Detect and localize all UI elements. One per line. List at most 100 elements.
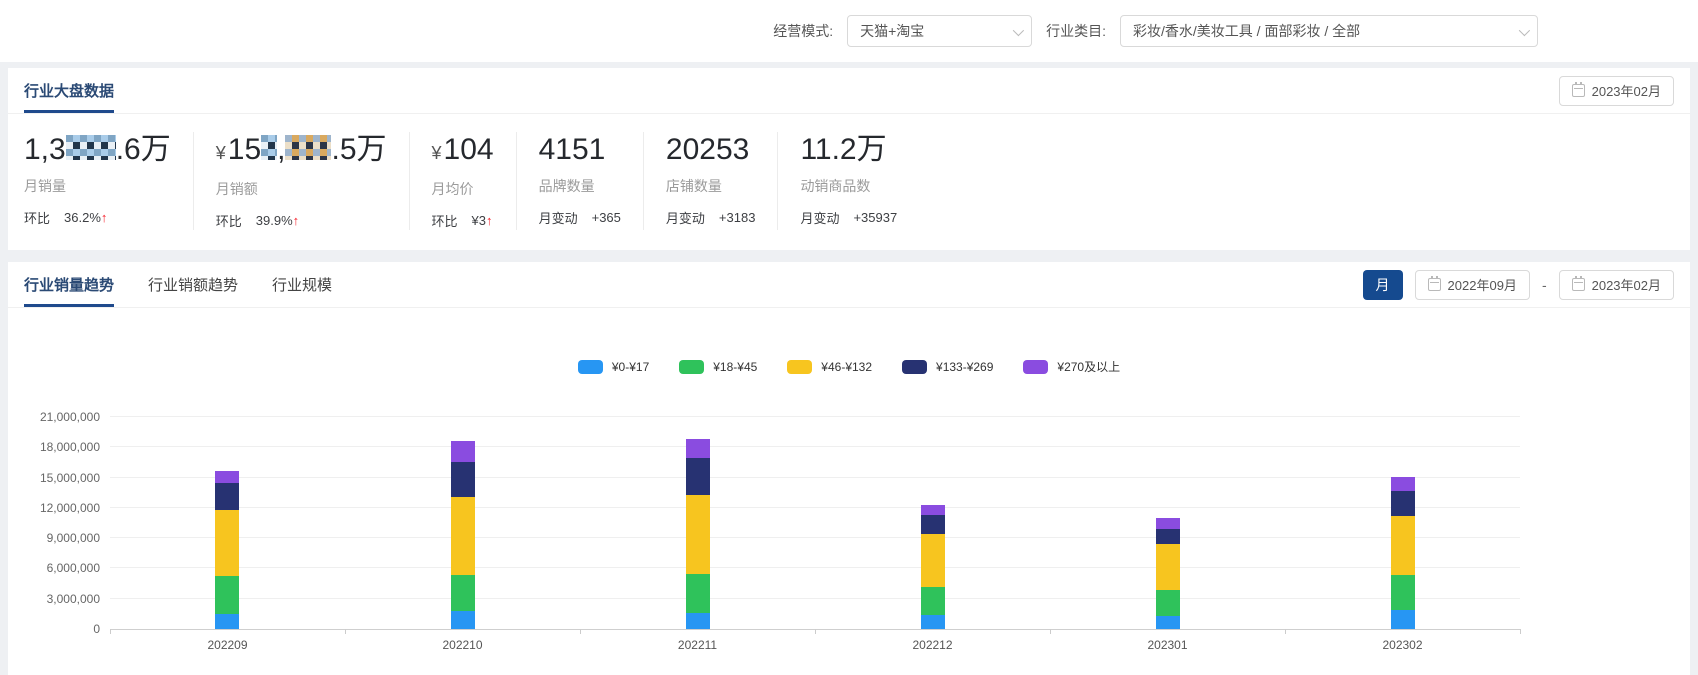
bar-segment bbox=[685, 573, 710, 613]
bar-segment bbox=[1155, 517, 1180, 530]
period-month-button[interactable]: 月 bbox=[1362, 269, 1403, 300]
kpi-1: 1,3 .6万 月销量 环比 36.2%↑ bbox=[24, 132, 193, 230]
bar-segment bbox=[685, 612, 710, 629]
business-mode-select[interactable]: 天猫+淘宝 bbox=[847, 15, 1033, 47]
y-axis-tick-label: 18,000,000 bbox=[39, 440, 100, 455]
bar-segment bbox=[215, 470, 240, 483]
kpi-label: 月均价 bbox=[431, 181, 474, 197]
y-axis-tick-label: 6,000,000 bbox=[46, 561, 100, 576]
range-separator: - bbox=[1541, 276, 1547, 293]
kpi-label: 月销额 bbox=[215, 181, 258, 197]
kpi-value: 20253 bbox=[666, 132, 756, 168]
masked-value bbox=[65, 135, 116, 160]
bar-segment bbox=[215, 482, 240, 510]
gridline bbox=[110, 567, 1520, 569]
legend-marker bbox=[1023, 359, 1049, 374]
overview-date-value: 2023年02月 bbox=[1591, 84, 1661, 99]
legend-item[interactable]: ¥0-¥17 bbox=[577, 358, 649, 375]
kpi-sub-value: 36.2%↑ bbox=[64, 210, 108, 225]
trend-header: 行业销量趋势 行业销额趋势 行业规模 月 2022年09月 - 2023年02月 bbox=[8, 262, 1690, 308]
trend-card: 行业销量趋势 行业销额趋势 行业规模 月 2022年09月 - 2023年02月 ¥… bbox=[8, 262, 1690, 675]
bar-segment bbox=[1155, 616, 1180, 629]
kpi-sub-stat: 环比 36.2%↑ bbox=[24, 208, 171, 227]
masked-value bbox=[285, 135, 332, 160]
chevron-down-icon bbox=[1012, 24, 1025, 37]
legend-label: ¥270及以上 bbox=[1057, 360, 1121, 374]
x-axis-tick bbox=[580, 629, 581, 634]
tab-trend-1[interactable]: 行业销量趋势 bbox=[24, 262, 115, 307]
category-select[interactable]: 彩妆/香水/美妆工具 / 面部彩妆 / 全部 bbox=[1120, 15, 1538, 47]
x-axis-category-label: 202301 bbox=[1147, 638, 1188, 652]
bar-segment bbox=[920, 586, 945, 615]
kpi-sub-value: 39.9%↑ bbox=[255, 213, 300, 228]
kpi-sub-stat: 月变动 +365 bbox=[539, 208, 621, 227]
bar-202210 bbox=[450, 417, 475, 629]
legend-label: ¥18-¥45 bbox=[713, 359, 758, 374]
x-axis-tick bbox=[1520, 629, 1521, 634]
trend-tabs: 行业销量趋势 行业销额趋势 行业规模 bbox=[24, 262, 332, 307]
kpi-5: 20253 店铺数量 月变动 +3183 bbox=[642, 132, 778, 230]
tab-trend-2[interactable]: 行业销额趋势 bbox=[148, 262, 238, 307]
category-value: 彩妆/香水/美妆工具 / 面部彩妆 / 全部 bbox=[1133, 23, 1361, 39]
range-start-value: 2022年09月 bbox=[1447, 278, 1517, 293]
bar-segment bbox=[215, 613, 240, 629]
bar-segment bbox=[920, 534, 945, 587]
bar-segment bbox=[1155, 529, 1180, 545]
kpi-sub-label: 月变动 bbox=[665, 211, 705, 226]
bar-202209 bbox=[215, 417, 240, 629]
overview-header: 行业大盘数据 2023年02月 bbox=[8, 68, 1690, 114]
kpi-sub-value: +365 bbox=[591, 210, 621, 225]
tab-trend-3[interactable]: 行业规模 bbox=[272, 262, 332, 307]
bar-segment bbox=[450, 610, 475, 629]
legend-item[interactable]: ¥18-¥45 bbox=[679, 358, 757, 375]
x-axis-category-label: 202211 bbox=[677, 638, 718, 652]
kpi-label: 月销量 bbox=[24, 178, 66, 194]
bar-202302 bbox=[1390, 417, 1415, 629]
bar-202211 bbox=[685, 417, 710, 629]
kpi-value-text: 15 bbox=[227, 133, 262, 166]
top-filter-bar: 经营模式: 天猫+淘宝 行业类目: 彩妆/香水/美妆工具 / 面部彩妆 / 全部 bbox=[0, 0, 1698, 62]
gridline bbox=[110, 416, 1520, 417]
bar-segment bbox=[1390, 515, 1415, 575]
kpi-sub-value: +35937 bbox=[853, 210, 898, 225]
range-start-picker[interactable]: 2022年09月 bbox=[1414, 269, 1530, 300]
x-axis-category-label: 202209 bbox=[207, 638, 248, 652]
kpi-sub-stat: 环比 39.9%↑ bbox=[216, 211, 387, 230]
kpi-value-text: .5万 bbox=[331, 133, 387, 166]
y-axis-tick-label: 9,000,000 bbox=[46, 531, 100, 546]
trend-up-icon: ↑ bbox=[100, 210, 108, 225]
overview-card: 行业大盘数据 2023年02月 1,3 .6万 月销量 环比 36.2%↑ ¥15, .5万… bbox=[8, 68, 1690, 250]
range-end-value: 2023年02月 bbox=[1591, 278, 1661, 293]
chart-legend: ¥0-¥17 ¥18-¥45 ¥46-¥132 ¥133-¥269 ¥270及以上 bbox=[8, 358, 1690, 375]
legend-marker bbox=[787, 359, 813, 374]
kpi-sub-label: 月变动 bbox=[800, 211, 840, 226]
kpi-sub-label: 环比 bbox=[215, 214, 242, 229]
bar-202301 bbox=[1155, 417, 1180, 629]
bar-segment bbox=[450, 496, 475, 575]
kpi-value: 4151 bbox=[539, 132, 621, 168]
legend-item[interactable]: ¥133-¥269 bbox=[902, 358, 993, 375]
kpi-sub-value: ¥3↑ bbox=[471, 213, 493, 228]
kpi-4: 4151 品牌数量 月变动 +365 bbox=[515, 132, 643, 230]
y-axis-tick-label: 0 bbox=[93, 622, 100, 636]
calendar-icon bbox=[1571, 82, 1585, 97]
kpi-value-text: 1,3 bbox=[24, 133, 66, 166]
business-mode-label: 经营模式: bbox=[773, 23, 834, 39]
legend-item[interactable]: ¥46-¥132 bbox=[787, 358, 872, 375]
y-axis-tick-label: 15,000,000 bbox=[39, 470, 100, 485]
kpi-value: 11.2万 bbox=[800, 132, 897, 168]
legend-item[interactable]: ¥270及以上 bbox=[1023, 358, 1120, 375]
legend-marker bbox=[902, 359, 928, 374]
legend-label: ¥133-¥269 bbox=[936, 359, 994, 374]
calendar-icon bbox=[1427, 276, 1441, 291]
bar-segment bbox=[685, 439, 710, 459]
tab-industry-overview[interactable]: 行业大盘数据 bbox=[24, 68, 115, 113]
overview-date-picker[interactable]: 2023年02月 bbox=[1558, 75, 1674, 106]
x-axis-category-label: 202302 bbox=[1382, 638, 1423, 652]
legend-label: ¥46-¥132 bbox=[821, 359, 873, 374]
x-axis-tick bbox=[1050, 629, 1051, 634]
kpi-sub-stat: 月变动 +35937 bbox=[800, 208, 897, 227]
range-end-picker[interactable]: 2023年02月 bbox=[1558, 269, 1674, 300]
kpi-3: ¥104 月均价 环比 ¥3↑ bbox=[408, 132, 516, 230]
kpi-label: 店铺数量 bbox=[665, 178, 722, 194]
